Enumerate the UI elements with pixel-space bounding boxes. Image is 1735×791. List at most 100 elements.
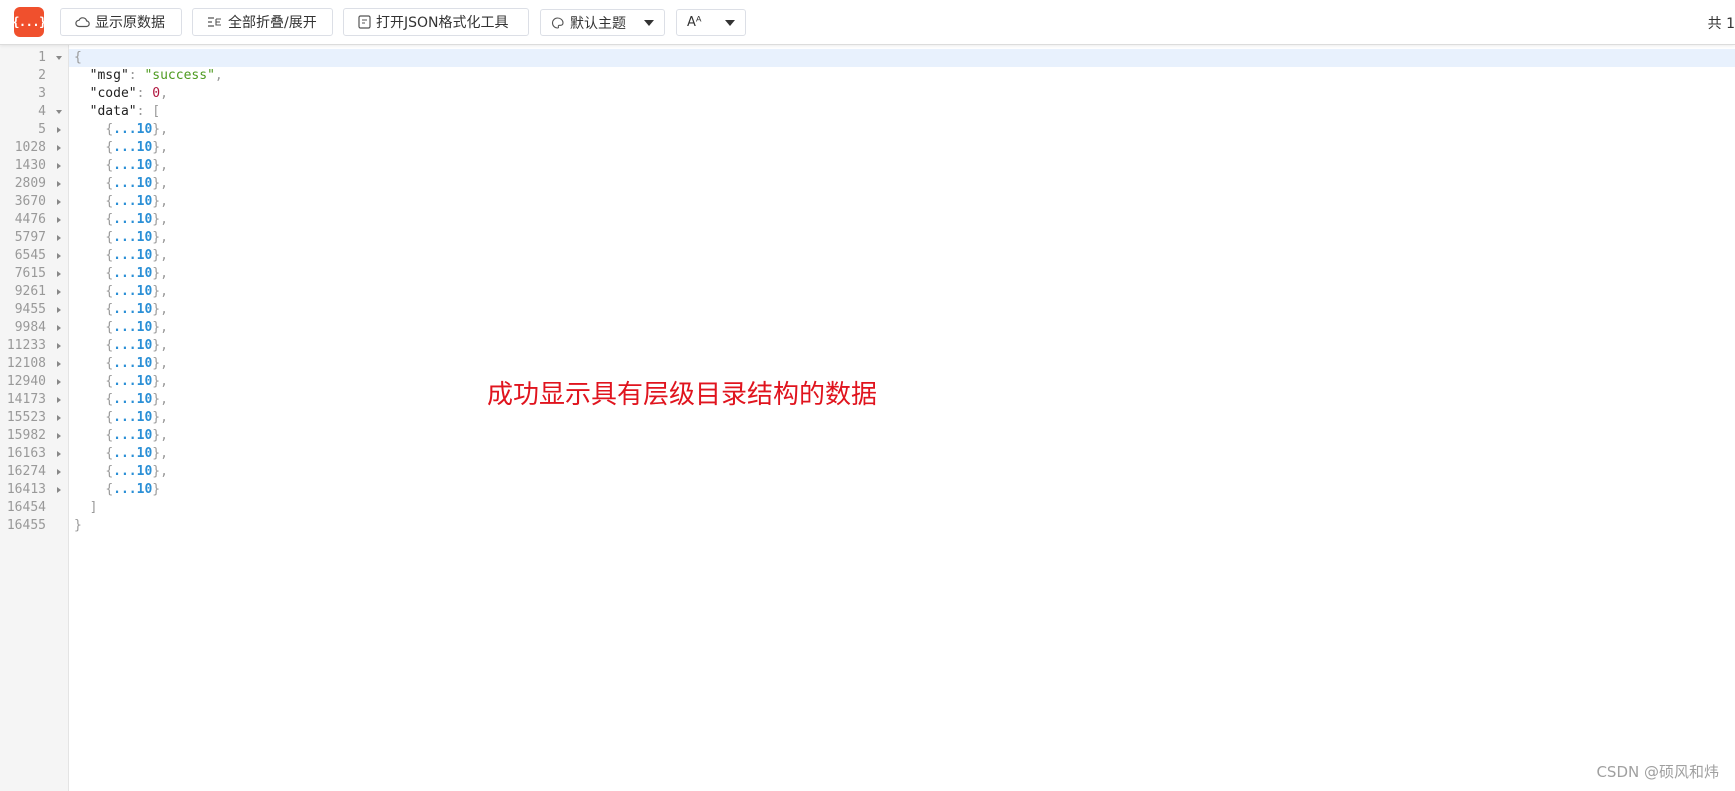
json-editor[interactable]: 1 { 2 "msg": "success", 3 "code": 0, 4 "… <box>0 49 1735 535</box>
line-number: 7615 <box>14 266 46 281</box>
item-comma: , <box>160 392 168 407</box>
fold-arrow-closed-icon[interactable] <box>54 427 64 445</box>
line-number: 4 <box>38 104 46 119</box>
code-key: "code" <box>89 86 137 101</box>
folded-object-summary[interactable]: ...10 <box>113 230 152 245</box>
list-item: 3670 {...10}, <box>0 193 1735 211</box>
fold-arrow-closed-icon[interactable] <box>54 157 64 175</box>
fold-arrow-open-icon[interactable] <box>54 103 64 121</box>
line-number: 14173 <box>6 392 46 407</box>
list-item: 16274 {...10}, <box>0 463 1735 481</box>
palette-icon <box>551 16 564 29</box>
item-comma: , <box>160 338 168 353</box>
total-count: 共 1 <box>1707 16 1735 32</box>
theme-select-value: 默认主题 <box>570 15 626 32</box>
app-logo: {...} <box>12 7 46 37</box>
item-close-brace: } <box>152 356 161 371</box>
line-number: 16455 <box>6 518 46 533</box>
fold-arrow-closed-icon[interactable] <box>54 229 64 247</box>
folded-object-summary[interactable]: ...10 <box>113 284 152 299</box>
folded-object-summary[interactable]: ...10 <box>113 266 152 281</box>
folded-object-summary[interactable]: ...10 <box>113 428 152 443</box>
line-number: 2809 <box>14 176 46 191</box>
list-item: 5 {...10}, <box>0 121 1735 139</box>
font-size-select[interactable]: Aᴬ <box>676 9 746 36</box>
root-close-brace: } <box>74 518 82 533</box>
fold-arrow-closed-icon[interactable] <box>54 283 64 301</box>
folded-object-summary[interactable]: ...10 <box>113 140 152 155</box>
fold-arrow-closed-icon[interactable] <box>54 319 64 337</box>
item-open-brace: { <box>105 302 114 317</box>
folded-object-summary[interactable]: ...10 <box>113 410 152 425</box>
fold-arrow-closed-icon[interactable] <box>54 121 64 139</box>
open-json-format-tool-button[interactable]: 打开JSON格式化工具 <box>343 8 529 36</box>
collapse-all-icon <box>207 16 223 28</box>
line-number: 12108 <box>6 356 46 371</box>
list-item: 1430 {...10}, <box>0 157 1735 175</box>
folded-object-summary[interactable]: ...10 <box>113 356 152 371</box>
item-comma: , <box>160 428 168 443</box>
show-raw-data-button[interactable]: 显示原数据 <box>60 8 182 36</box>
folded-object-summary[interactable]: ...10 <box>113 338 152 353</box>
item-close-brace: } <box>152 158 161 173</box>
fold-arrow-closed-icon[interactable] <box>54 211 64 229</box>
item-open-brace: { <box>105 122 114 137</box>
item-open-brace: { <box>105 284 114 299</box>
item-close-brace: } <box>152 410 161 425</box>
msg-key: "msg" <box>89 68 129 83</box>
folded-object-summary[interactable]: ...10 <box>113 122 152 137</box>
folded-object-summary[interactable]: ...10 <box>113 320 152 335</box>
fold-arrow-closed-icon[interactable] <box>54 175 64 193</box>
fold-arrow-closed-icon[interactable] <box>54 301 64 319</box>
msg-value: "success" <box>144 68 215 83</box>
item-open-brace: { <box>105 446 114 461</box>
fold-arrow-closed-icon[interactable] <box>54 373 64 391</box>
fold-arrow-closed-icon[interactable] <box>54 139 64 157</box>
fold-arrow-closed-icon[interactable] <box>54 355 64 373</box>
fold-arrow-closed-icon[interactable] <box>54 409 64 427</box>
folded-object-summary[interactable]: ...10 <box>113 212 152 227</box>
list-item: 15982 {...10}, <box>0 427 1735 445</box>
fold-arrow-closed-icon[interactable] <box>54 337 64 355</box>
item-comma: , <box>160 140 168 155</box>
folded-object-summary[interactable]: ...10 <box>113 248 152 263</box>
item-comma: , <box>160 410 168 425</box>
item-close-brace: } <box>152 266 161 281</box>
fold-arrow-closed-icon[interactable] <box>54 247 64 265</box>
fold-arrow-closed-icon[interactable] <box>54 463 64 481</box>
item-comma: , <box>160 176 168 191</box>
collapse-expand-all-button[interactable]: 全部折叠/展开 <box>192 8 333 36</box>
item-open-brace: { <box>105 176 114 191</box>
item-open-brace: { <box>105 374 114 389</box>
folded-object-summary[interactable]: ...10 <box>113 392 152 407</box>
folded-object-summary[interactable]: ...10 <box>113 176 152 191</box>
folded-object-summary[interactable]: ...10 <box>113 482 152 497</box>
folded-object-summary[interactable]: ...10 <box>113 374 152 389</box>
fold-arrow-closed-icon[interactable] <box>54 193 64 211</box>
editor-line: 2 "msg": "success", <box>0 67 1735 85</box>
toolbar: {...} 显示原数据 全部折叠/展开 打开JSON格式化工具 默认主题 Aᴬ … <box>0 0 1735 45</box>
fold-arrow-closed-icon[interactable] <box>54 481 64 499</box>
item-open-brace: { <box>105 266 114 281</box>
fold-arrow-open-icon[interactable] <box>54 49 64 67</box>
item-comma: , <box>160 122 168 137</box>
fold-arrow-closed-icon[interactable] <box>54 265 64 283</box>
line-number: 2 <box>38 68 46 83</box>
folded-object-summary[interactable]: ...10 <box>113 464 152 479</box>
folded-object-summary[interactable]: ...10 <box>113 302 152 317</box>
list-item: 7615 {...10}, <box>0 265 1735 283</box>
chevron-down-icon <box>725 20 735 26</box>
folded-object-summary[interactable]: ...10 <box>113 194 152 209</box>
theme-select[interactable]: 默认主题 <box>540 9 665 36</box>
open-json-format-tool-label: 打开JSON格式化工具 <box>376 15 509 31</box>
line-number: 9984 <box>14 320 46 335</box>
item-open-brace: { <box>105 248 114 263</box>
fold-arrow-closed-icon[interactable] <box>54 445 64 463</box>
item-open-brace: { <box>105 428 114 443</box>
show-raw-data-label: 显示原数据 <box>95 15 165 31</box>
item-close-brace: } <box>152 122 161 137</box>
folded-object-summary[interactable]: ...10 <box>113 158 152 173</box>
list-item: 2809 {...10}, <box>0 175 1735 193</box>
fold-arrow-closed-icon[interactable] <box>54 391 64 409</box>
folded-object-summary[interactable]: ...10 <box>113 446 152 461</box>
